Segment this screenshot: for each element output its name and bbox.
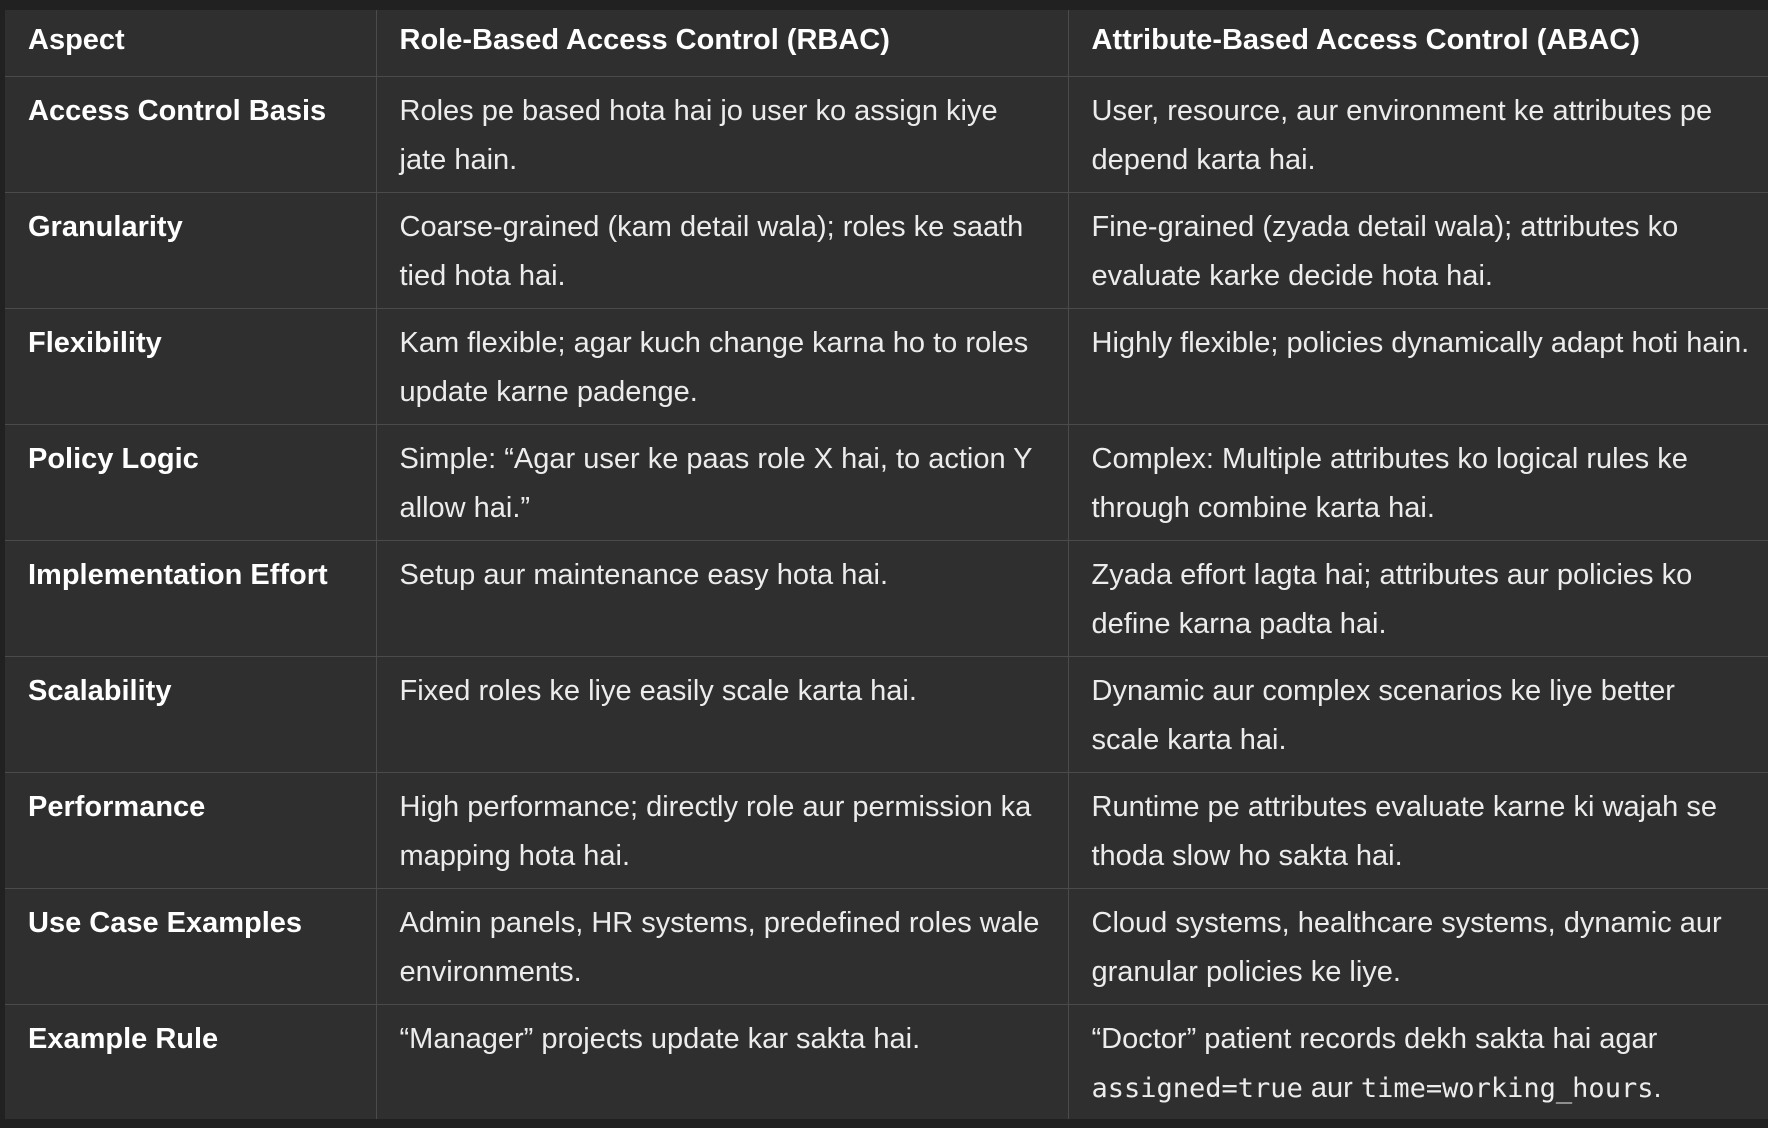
rbac-cell: Kam flexible; agar kuch change karna ho … — [375, 307, 1069, 425]
abac-cell: Highly flexible; policies dynamically ad… — [1067, 307, 1768, 425]
inline-code-assigned: assigned=true — [1091, 1072, 1303, 1104]
header-aspect: Aspect — [5, 10, 377, 77]
rule-text-prefix: “Doctor” patient records dekh sakta hai … — [1091, 1022, 1658, 1055]
header-row: Aspect Role-Based Access Control (RBAC) … — [5, 10, 1768, 77]
table-row: Flexibility Kam flexible; agar kuch chan… — [5, 307, 1768, 425]
header-abac: Attribute-Based Access Control (ABAC) — [1067, 10, 1768, 77]
abac-cell: Cloud systems, healthcare systems, dynam… — [1067, 887, 1768, 1005]
rule-text-middle: aur — [1302, 1071, 1361, 1104]
aspect-cell: Use Case Examples — [5, 887, 377, 1005]
aspect-cell: Flexibility — [5, 307, 377, 425]
abac-cell: “Doctor” patient records dekh sakta hai … — [1067, 1003, 1768, 1119]
rbac-cell: Roles pe based hota hai jo user ko assig… — [375, 75, 1069, 193]
abac-cell: User, resource, aur environment ke attri… — [1067, 75, 1768, 193]
table-row: Access Control Basis Roles pe based hota… — [5, 75, 1768, 193]
table-row: Implementation Effort Setup aur maintena… — [5, 539, 1768, 657]
abac-cell: Zyada effort lagta hai; attributes aur p… — [1067, 539, 1768, 657]
inline-code-time: time=working_hours — [1360, 1072, 1654, 1104]
rbac-cell: Setup aur maintenance easy hota hai. — [375, 539, 1069, 657]
table-row: Policy Logic Simple: “Agar user ke paas … — [5, 423, 1768, 541]
table-row: Performance High performance; directly r… — [5, 771, 1768, 889]
rbac-cell: Fixed roles ke liye easily scale karta h… — [375, 655, 1069, 773]
rbac-cell: “Manager” projects update kar sakta hai. — [375, 1003, 1069, 1119]
table-header: Aspect Role-Based Access Control (RBAC) … — [5, 10, 1768, 77]
aspect-cell: Example Rule — [5, 1003, 377, 1119]
rbac-cell: Simple: “Agar user ke paas role X hai, t… — [375, 423, 1069, 541]
abac-cell: Runtime pe attributes evaluate karne ki … — [1067, 771, 1768, 889]
table-row: Scalability Fixed roles ke liye easily s… — [5, 655, 1768, 773]
rbac-cell: High performance; directly role aur perm… — [375, 771, 1069, 889]
table-row: Granularity Coarse-grained (kam detail w… — [5, 191, 1768, 309]
table-row: Use Case Examples Admin panels, HR syste… — [5, 887, 1768, 1005]
comparison-table-container: Aspect Role-Based Access Control (RBAC) … — [5, 10, 1768, 1119]
aspect-cell: Granularity — [5, 191, 377, 309]
comparison-table: Aspect Role-Based Access Control (RBAC) … — [5, 10, 1768, 1119]
abac-cell: Fine-grained (zyada detail wala); attrib… — [1067, 191, 1768, 309]
abac-cell: Complex: Multiple attributes ko logical … — [1067, 423, 1768, 541]
table-row: Example Rule “Manager” projects update k… — [5, 1003, 1768, 1119]
abac-cell: Dynamic aur complex scenarios ke liye be… — [1067, 655, 1768, 773]
rbac-cell: Coarse-grained (kam detail wala); roles … — [375, 191, 1069, 309]
aspect-cell: Scalability — [5, 655, 377, 773]
rule-text-suffix: . — [1653, 1071, 1662, 1104]
aspect-cell: Policy Logic — [5, 423, 377, 541]
table-body: Access Control Basis Roles pe based hota… — [5, 75, 1768, 1119]
aspect-cell: Performance — [5, 771, 377, 889]
aspect-cell: Implementation Effort — [5, 539, 377, 657]
aspect-cell: Access Control Basis — [5, 75, 377, 193]
header-rbac: Role-Based Access Control (RBAC) — [375, 10, 1069, 77]
rbac-cell: Admin panels, HR systems, predefined rol… — [375, 887, 1069, 1005]
